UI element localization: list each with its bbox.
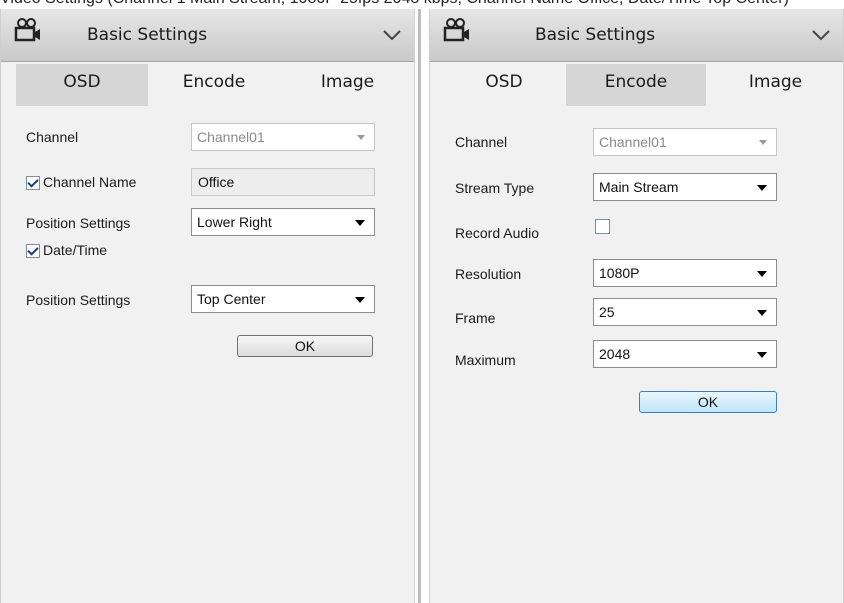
channel-value: Channel01 — [599, 134, 667, 150]
panel-header[interactable]: Basic Settings — [430, 9, 843, 62]
ok-button[interactable]: OK — [639, 391, 777, 413]
maximum-value: 2048 — [599, 346, 631, 362]
channel-name-label: Channel Name — [43, 174, 137, 190]
record-audio-label: Record Audio — [455, 225, 540, 241]
chevron-down-icon[interactable] — [382, 29, 402, 41]
channel-name-position-select[interactable]: Lower Right — [191, 208, 375, 236]
channel-name-input[interactable]: Office — [191, 168, 375, 196]
panel-title: Basic Settings — [535, 25, 656, 45]
channel-select[interactable]: Channel01 — [593, 128, 777, 156]
panel-title: Basic Settings — [87, 25, 208, 45]
dropdown-arrow-icon — [757, 185, 767, 191]
channel-label: Channel — [455, 134, 508, 150]
channel-label: Channel — [26, 129, 79, 145]
tab-bar: OSD Encode Image — [1, 64, 414, 106]
resolution-select[interactable]: 1080P — [593, 259, 777, 287]
stream-type-label: Stream Type — [455, 180, 535, 196]
position-settings-label: Position Settings — [26, 292, 131, 308]
frame-select[interactable]: 25 — [593, 298, 777, 326]
dropdown-arrow-icon — [357, 135, 365, 140]
panel-separator — [415, 9, 429, 603]
camera-icon — [443, 18, 469, 42]
stream-type-value: Main Stream — [599, 179, 679, 195]
dropdown-arrow-icon — [757, 310, 767, 316]
tab-encode[interactable]: Encode — [566, 64, 706, 106]
stream-type-select[interactable]: Main Stream — [593, 173, 777, 201]
dropdown-arrow-icon — [355, 297, 365, 303]
dropdown-arrow-icon — [757, 271, 767, 277]
resolution-label: Resolution — [455, 266, 522, 282]
channel-select[interactable]: Channel01 — [191, 123, 375, 151]
dropdown-arrow-icon — [355, 220, 365, 226]
channel-name-checkbox[interactable] — [26, 176, 40, 190]
channel-name-value: Office — [198, 174, 235, 190]
datetime-position-value: Top Center — [197, 291, 266, 307]
osd-settings-panel: Basic Settings OSD Encode Image Channel … — [0, 9, 415, 603]
tab-osd[interactable]: OSD — [16, 64, 148, 106]
tab-osd[interactable]: OSD — [442, 64, 566, 106]
encode-settings-panel: Basic Settings OSD Encode Image Channel … — [429, 9, 844, 603]
channel-name-position-value: Lower Right — [197, 214, 272, 230]
dropdown-arrow-icon — [757, 352, 767, 358]
tab-image[interactable]: Image — [279, 64, 416, 106]
datetime-position-select[interactable]: Top Center — [191, 285, 375, 313]
dropdown-arrow-icon — [759, 140, 767, 145]
chevron-down-icon[interactable] — [811, 29, 831, 41]
maximum-select[interactable]: 2048 — [593, 340, 777, 368]
tab-bar: OSD Encode Image — [430, 64, 843, 106]
tab-image[interactable]: Image — [706, 64, 844, 106]
frame-value: 25 — [599, 304, 615, 320]
position-settings-label: Position Settings — [26, 215, 131, 231]
panel-header[interactable]: Basic Settings — [1, 9, 414, 62]
record-audio-checkbox[interactable] — [595, 219, 610, 234]
tab-encode[interactable]: Encode — [149, 64, 279, 106]
frame-label: Frame — [455, 310, 496, 326]
ok-button[interactable]: OK — [237, 335, 373, 357]
camera-icon — [14, 18, 40, 42]
resolution-value: 1080P — [599, 265, 640, 281]
channel-value: Channel01 — [197, 129, 265, 145]
caption-text: Video Settings (Channel 1 Main Stream, 1… — [0, 0, 844, 9]
maximum-label: Maximum — [455, 352, 516, 368]
datetime-checkbox[interactable] — [26, 244, 40, 258]
datetime-label: Date/Time — [43, 242, 108, 258]
